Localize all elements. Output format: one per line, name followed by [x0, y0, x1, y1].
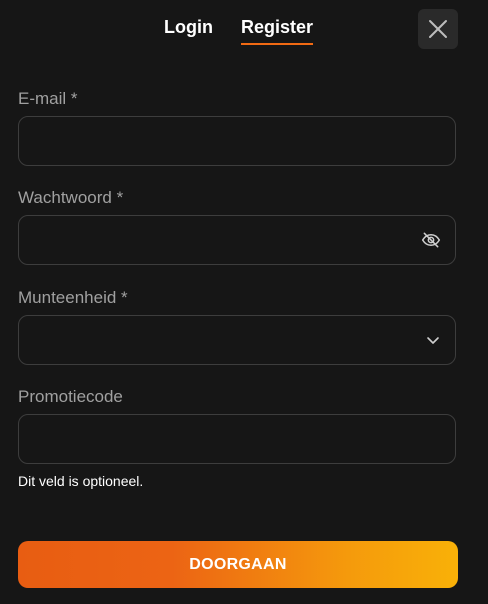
promo-code-field[interactable]: [19, 415, 455, 463]
currency-label: Munteenheid *: [18, 288, 128, 307]
chevron-down-icon: [427, 337, 439, 344]
email-label: E-mail *: [18, 89, 78, 108]
promo-code-label: Promotiecode: [18, 387, 123, 406]
close-button[interactable]: [418, 9, 458, 49]
close-icon: [429, 20, 447, 38]
toggle-password-visibility[interactable]: [421, 230, 441, 250]
email-field[interactable]: [19, 117, 455, 165]
email-field-container: [18, 116, 456, 166]
currency-select[interactable]: [18, 315, 456, 365]
promo-code-helper-text: Dit veld is optioneel.: [18, 473, 144, 489]
tab-register[interactable]: Register: [241, 14, 313, 40]
auth-tabs: Login Register: [0, 0, 488, 60]
promo-code-field-container: [18, 414, 456, 464]
password-field[interactable]: [19, 216, 455, 264]
password-field-container: [18, 215, 456, 265]
continue-button[interactable]: DOORGAAN: [18, 541, 458, 588]
tab-login[interactable]: Login: [164, 14, 213, 40]
eye-off-icon: [421, 232, 441, 248]
active-tab-indicator: [241, 43, 313, 45]
register-modal: Login Register E-mail * Wachtwoord * Mun…: [0, 0, 488, 604]
password-label: Wachtwoord *: [18, 188, 124, 207]
currency-dropdown-toggle[interactable]: [425, 332, 441, 348]
